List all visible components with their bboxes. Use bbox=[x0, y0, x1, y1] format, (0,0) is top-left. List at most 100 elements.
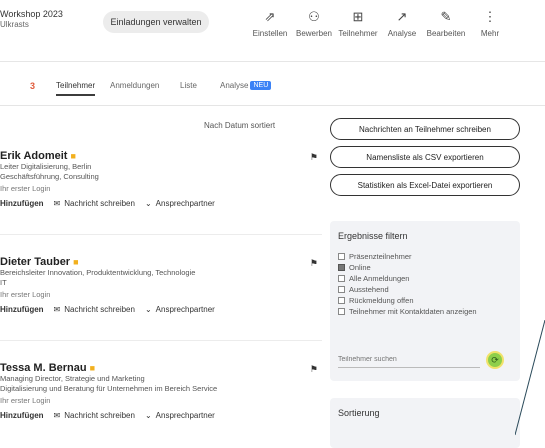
message-participants-button[interactable]: Nachrichten an Teilnehmer schreiben bbox=[330, 118, 520, 140]
attendee-date: Ihr erster Login bbox=[0, 290, 51, 299]
sort-title: Sortierung bbox=[338, 408, 380, 418]
action-participants[interactable]: ⊞ Teilnehmer bbox=[336, 8, 380, 38]
flag-icon[interactable]: ⚑ bbox=[310, 258, 318, 269]
divider bbox=[0, 234, 322, 235]
export-excel-button[interactable]: Statistiken als Excel-Datei exportieren bbox=[330, 174, 520, 196]
action-label: Mehr bbox=[480, 29, 500, 38]
filter-option-label: Präsenzteilnehmer bbox=[349, 252, 412, 261]
filter-option-label: Rückmeldung offen bbox=[349, 296, 414, 305]
star-icon: ■ bbox=[73, 257, 79, 267]
chevron-down-icon: ⌄ bbox=[144, 411, 152, 420]
sort-label[interactable]: Nach Datum sortiert bbox=[204, 121, 275, 130]
message-icon: ✉ bbox=[53, 305, 61, 314]
contact-label: Ansprechpartner bbox=[155, 411, 215, 420]
add-button[interactable]: Hinzufügen bbox=[0, 305, 44, 314]
attendee-actions: Hinzufügen ✉ Nachricht schreiben ⌄ Ansprec… bbox=[0, 411, 322, 420]
checkbox[interactable] bbox=[338, 308, 345, 315]
checkbox[interactable] bbox=[338, 286, 345, 293]
decorative-line bbox=[515, 320, 545, 436]
add-button[interactable]: Hinzufügen bbox=[0, 411, 44, 420]
message-button[interactable]: ✉ Nachricht schreiben bbox=[54, 411, 135, 420]
message-icon: ✉ bbox=[53, 411, 61, 420]
attendee-role: Leiter Digitalisierung, Berlin bbox=[0, 162, 92, 171]
filter-panel: Ergebnisse filtern Präsenzteilnehmer Onl… bbox=[330, 221, 520, 381]
search-icon[interactable]: ⟳ bbox=[486, 351, 504, 369]
attendee-name[interactable]: Erik Adomeit ■ bbox=[0, 150, 322, 162]
contact-button[interactable]: ⌄ Ansprechpartner bbox=[145, 305, 215, 314]
filter-option[interactable]: Teilnehmer mit Kontaktdaten anzeigen bbox=[338, 306, 512, 317]
manage-invitations-button[interactable]: Einladungen verwalten bbox=[103, 11, 209, 33]
attendee-card: Dieter Tauber ■ Bereichsleiter Innovation… bbox=[0, 256, 322, 314]
chevron-down-icon: ⌄ bbox=[144, 305, 152, 314]
checkbox[interactable] bbox=[338, 264, 345, 271]
checkbox[interactable] bbox=[338, 275, 345, 282]
action-more[interactable]: ⋮ Mehr bbox=[468, 8, 512, 38]
tab-registrations[interactable]: Anmeldungen bbox=[110, 81, 159, 90]
flag-icon[interactable]: ⚑ bbox=[310, 152, 318, 163]
decorative-line-stroke bbox=[515, 320, 545, 436]
filter-option[interactable]: Rückmeldung offen bbox=[338, 295, 512, 306]
filter-option-label: Online bbox=[349, 263, 371, 272]
message-label: Nachricht schreiben bbox=[64, 199, 135, 208]
attendee-name-text: Tessa M. Bernau bbox=[0, 362, 87, 374]
attendee-list: Nach Datum sortiert Erik Adomeit ■ Leiter… bbox=[0, 106, 322, 448]
sidebar-panel: Nachrichten an Teilnehmer schreiben Name… bbox=[330, 106, 545, 448]
action-label: Analyse bbox=[387, 29, 417, 38]
sort-panel: Sortierung bbox=[330, 398, 520, 448]
action-label: Einstellen bbox=[252, 29, 288, 38]
filter-option[interactable]: Online bbox=[338, 262, 512, 273]
checkbox[interactable] bbox=[338, 253, 345, 260]
tab-participants[interactable]: Teilnehmer bbox=[56, 81, 96, 96]
filter-option-label: Alle Anmeldungen bbox=[349, 274, 410, 283]
tab-bar: 3 Teilnehmer Anmeldungen Liste Analyse NE… bbox=[0, 62, 545, 106]
tab-analytics-label: Analyse bbox=[220, 81, 249, 90]
attendee-card: Tessa M. Bernau ■ Managing Director, Stra… bbox=[0, 362, 322, 420]
message-label: Nachricht schreiben bbox=[64, 411, 135, 420]
edit-icon: ✎ bbox=[440, 9, 452, 24]
contact-label: Ansprechpartner bbox=[155, 305, 215, 314]
share-icon: ⇗ bbox=[264, 9, 276, 24]
attendee-name[interactable]: Dieter Tauber ■ bbox=[0, 256, 322, 268]
checkbox[interactable] bbox=[338, 297, 345, 304]
filter-search-row: ⟳ bbox=[338, 351, 504, 369]
attendee-name-text: Erik Adomeit bbox=[0, 150, 68, 162]
action-analytics[interactable]: ↗ Analyse bbox=[380, 8, 424, 38]
attendee-name[interactable]: Tessa M. Bernau ■ bbox=[0, 362, 322, 374]
event-title: Workshop 2023 bbox=[0, 9, 63, 19]
message-icon: ✉ bbox=[53, 199, 61, 208]
contact-button[interactable]: ⌄ Ansprechpartner bbox=[145, 199, 215, 208]
attendee-company: Digitalisierung und Beratung für Unterne… bbox=[0, 384, 218, 393]
chevron-down-icon: ⌄ bbox=[144, 199, 152, 208]
action-settings[interactable]: ⇗ Einstellen bbox=[248, 8, 292, 38]
export-csv-button[interactable]: Namensliste als CSV exportieren bbox=[330, 146, 520, 168]
action-apply[interactable]: ⚇ Bewerben bbox=[292, 8, 336, 38]
filter-option[interactable]: Präsenzteilnehmer bbox=[338, 251, 512, 262]
more-icon: ⋮ bbox=[483, 9, 497, 24]
attendee-role: Bereichsleiter Innovation, Produktentwic… bbox=[0, 268, 196, 277]
attendee-company: Geschäftsführung, Consulting bbox=[0, 172, 99, 181]
filter-option-label: Teilnehmer mit Kontaktdaten anzeigen bbox=[349, 307, 477, 316]
participant-count: 3 bbox=[30, 81, 36, 91]
flag-icon[interactable]: ⚑ bbox=[310, 364, 318, 375]
filter-option[interactable]: Alle Anmeldungen bbox=[338, 273, 512, 284]
attendee-date: Ihr erster Login bbox=[0, 184, 51, 193]
new-badge: NEU bbox=[250, 81, 272, 90]
action-label: Teilnehmer bbox=[338, 29, 378, 38]
event-subtitle: Ulkrasts bbox=[0, 20, 29, 29]
add-button[interactable]: Hinzufügen bbox=[0, 199, 44, 208]
tab-list[interactable]: Liste bbox=[180, 81, 197, 90]
filter-option[interactable]: Ausstehend bbox=[338, 284, 512, 295]
top-bar: Workshop 2023 Ulkrasts Einladungen verwa… bbox=[0, 0, 545, 62]
top-actions: ⇗ Einstellen ⚇ Bewerben ⊞ Teilnehmer ↗ A… bbox=[248, 8, 512, 38]
action-edit[interactable]: ✎ Bearbeiten bbox=[424, 8, 468, 38]
attendee-actions: Hinzufügen ✉ Nachricht schreiben ⌄ Ansprec… bbox=[0, 305, 322, 314]
message-button[interactable]: ✉ Nachricht schreiben bbox=[54, 199, 135, 208]
contact-button[interactable]: ⌄ Ansprechpartner bbox=[145, 411, 215, 420]
attendee-actions: Hinzufügen ✉ Nachricht schreiben ⌄ Ansprec… bbox=[0, 199, 322, 208]
contact-label: Ansprechpartner bbox=[155, 199, 215, 208]
tab-analytics[interactable]: Analyse NEU bbox=[220, 81, 272, 90]
people-icon: ⚇ bbox=[308, 9, 320, 24]
search-input[interactable] bbox=[338, 352, 480, 368]
attendee-card: Erik Adomeit ■ Leiter Digitalisierung, Be… bbox=[0, 150, 322, 208]
message-button[interactable]: ✉ Nachricht schreiben bbox=[54, 305, 135, 314]
